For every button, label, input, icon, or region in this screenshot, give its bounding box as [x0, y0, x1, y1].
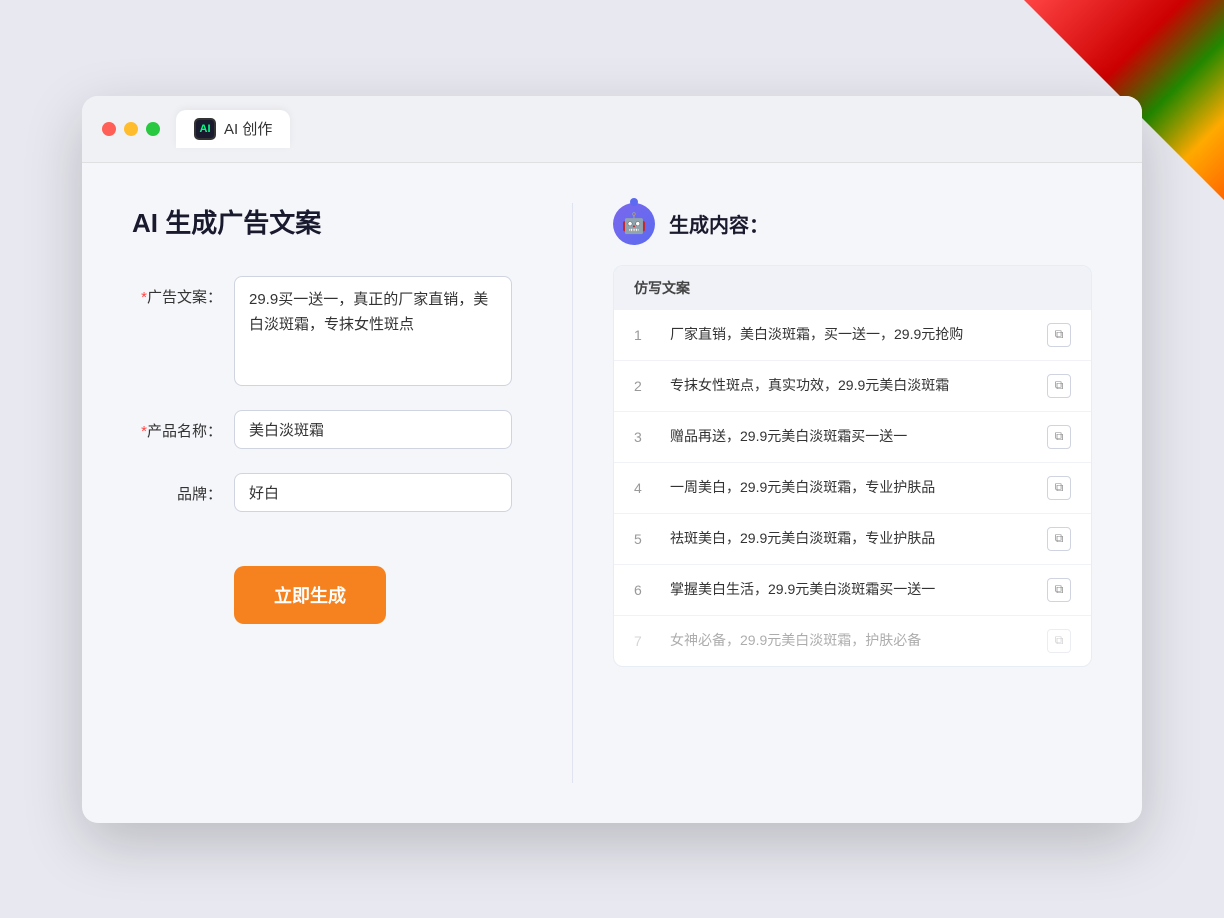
copy-button-3[interactable]: ⧉ — [1047, 425, 1071, 449]
minimize-button[interactable] — [124, 122, 138, 136]
table-row: 1 厂家直销，美白淡斑霜，买一送一，29.9元抢购 ⧉ — [614, 310, 1091, 361]
tab-label: AI 创作 — [224, 118, 272, 139]
row-num-4: 4 — [634, 480, 654, 496]
page-title: AI 生成广告文案 — [132, 203, 512, 240]
title-bar: AI AI 创作 — [82, 96, 1142, 163]
robot-icon: 🤖 — [613, 203, 655, 245]
copy-button-2[interactable]: ⧉ — [1047, 374, 1071, 398]
table-row: 4 一周美白，29.9元美白淡斑霜，专业护肤品 ⧉ — [614, 463, 1091, 514]
left-panel: AI 生成广告文案 *广告文案： 29.9买一送一，真正的厂家直销，美白淡斑霜，… — [132, 203, 552, 783]
product-row: *产品名称： — [132, 410, 512, 449]
ai-tab[interactable]: AI AI 创作 — [176, 110, 290, 148]
row-num-3: 3 — [634, 429, 654, 445]
row-text-5: 祛斑美白，29.9元美白淡斑霜，专业护肤品 — [670, 528, 1031, 549]
result-title: 生成内容： — [669, 209, 769, 238]
close-button[interactable] — [102, 122, 116, 136]
brand-input[interactable] — [234, 473, 512, 512]
browser-window: AI AI 创作 AI 生成广告文案 *广告文案： 29.9买一送一，真正的厂家… — [82, 96, 1142, 823]
row-num-2: 2 — [634, 378, 654, 394]
copy-button-1[interactable]: ⧉ — [1047, 323, 1071, 347]
table-header: 仿写文案 — [614, 266, 1091, 310]
table-row-faded: 7 女神必备，29.9元美白淡斑霜，护肤必备 ⧉ — [614, 616, 1091, 666]
row-num-5: 5 — [634, 531, 654, 547]
generate-button[interactable]: 立即生成 — [234, 566, 386, 624]
row-text-2: 专抹女性斑点，真实功效，29.9元美白淡斑霜 — [670, 375, 1031, 396]
copy-button-7[interactable]: ⧉ — [1047, 629, 1071, 653]
main-content: AI 生成广告文案 *广告文案： 29.9买一送一，真正的厂家直销，美白淡斑霜，… — [82, 163, 1142, 823]
ad-copy-input[interactable]: 29.9买一送一，真正的厂家直销，美白淡斑霜，专抹女性斑点 — [234, 276, 512, 386]
table-row: 6 掌握美白生活，29.9元美白淡斑霜买一送一 ⧉ — [614, 565, 1091, 616]
row-text-4: 一周美白，29.9元美白淡斑霜，专业护肤品 — [670, 477, 1031, 498]
ad-copy-row: *广告文案： 29.9买一送一，真正的厂家直销，美白淡斑霜，专抹女性斑点 — [132, 276, 512, 386]
robot-face: 🤖 — [622, 211, 647, 236]
traffic-lights — [102, 122, 160, 136]
table-row: 5 祛斑美白，29.9元美白淡斑霜，专业护肤品 ⧉ — [614, 514, 1091, 565]
ad-copy-label-text: 广告文案： — [147, 289, 222, 306]
brand-label: 品牌： — [132, 473, 222, 504]
right-panel: 🤖 生成内容： 仿写文案 1 厂家直销，美白淡斑霜，买一送一，29.9元抢购 ⧉… — [593, 203, 1092, 783]
table-row: 2 专抹女性斑点，真实功效，29.9元美白淡斑霜 ⧉ — [614, 361, 1091, 412]
table-row: 3 赠品再送，29.9元美白淡斑霜买一送一 ⧉ — [614, 412, 1091, 463]
row-text-3: 赠品再送，29.9元美白淡斑霜买一送一 — [670, 426, 1031, 447]
copy-button-4[interactable]: ⧉ — [1047, 476, 1071, 500]
product-label: *产品名称： — [132, 410, 222, 441]
divider — [572, 203, 573, 783]
row-num-6: 6 — [634, 582, 654, 598]
tab-icon: AI — [194, 118, 216, 140]
brand-row: 品牌： — [132, 473, 512, 512]
row-text-6: 掌握美白生活，29.9元美白淡斑霜买一送一 — [670, 579, 1031, 600]
result-header: 🤖 生成内容： — [613, 203, 1092, 245]
row-text-1: 厂家直销，美白淡斑霜，买一送一，29.9元抢购 — [670, 324, 1031, 345]
product-input[interactable] — [234, 410, 512, 449]
row-text-7: 女神必备，29.9元美白淡斑霜，护肤必备 — [670, 630, 1031, 651]
copy-button-6[interactable]: ⧉ — [1047, 578, 1071, 602]
tab-icon-text: AI — [200, 123, 211, 135]
result-table: 仿写文案 1 厂家直销，美白淡斑霜，买一送一，29.9元抢购 ⧉ 2 专抹女性斑… — [613, 265, 1092, 667]
copy-button-5[interactable]: ⧉ — [1047, 527, 1071, 551]
row-num-1: 1 — [634, 327, 654, 343]
product-label-text: 产品名称： — [147, 423, 222, 440]
row-num-7: 7 — [634, 633, 654, 649]
ad-copy-label: *广告文案： — [132, 276, 222, 307]
maximize-button[interactable] — [146, 122, 160, 136]
